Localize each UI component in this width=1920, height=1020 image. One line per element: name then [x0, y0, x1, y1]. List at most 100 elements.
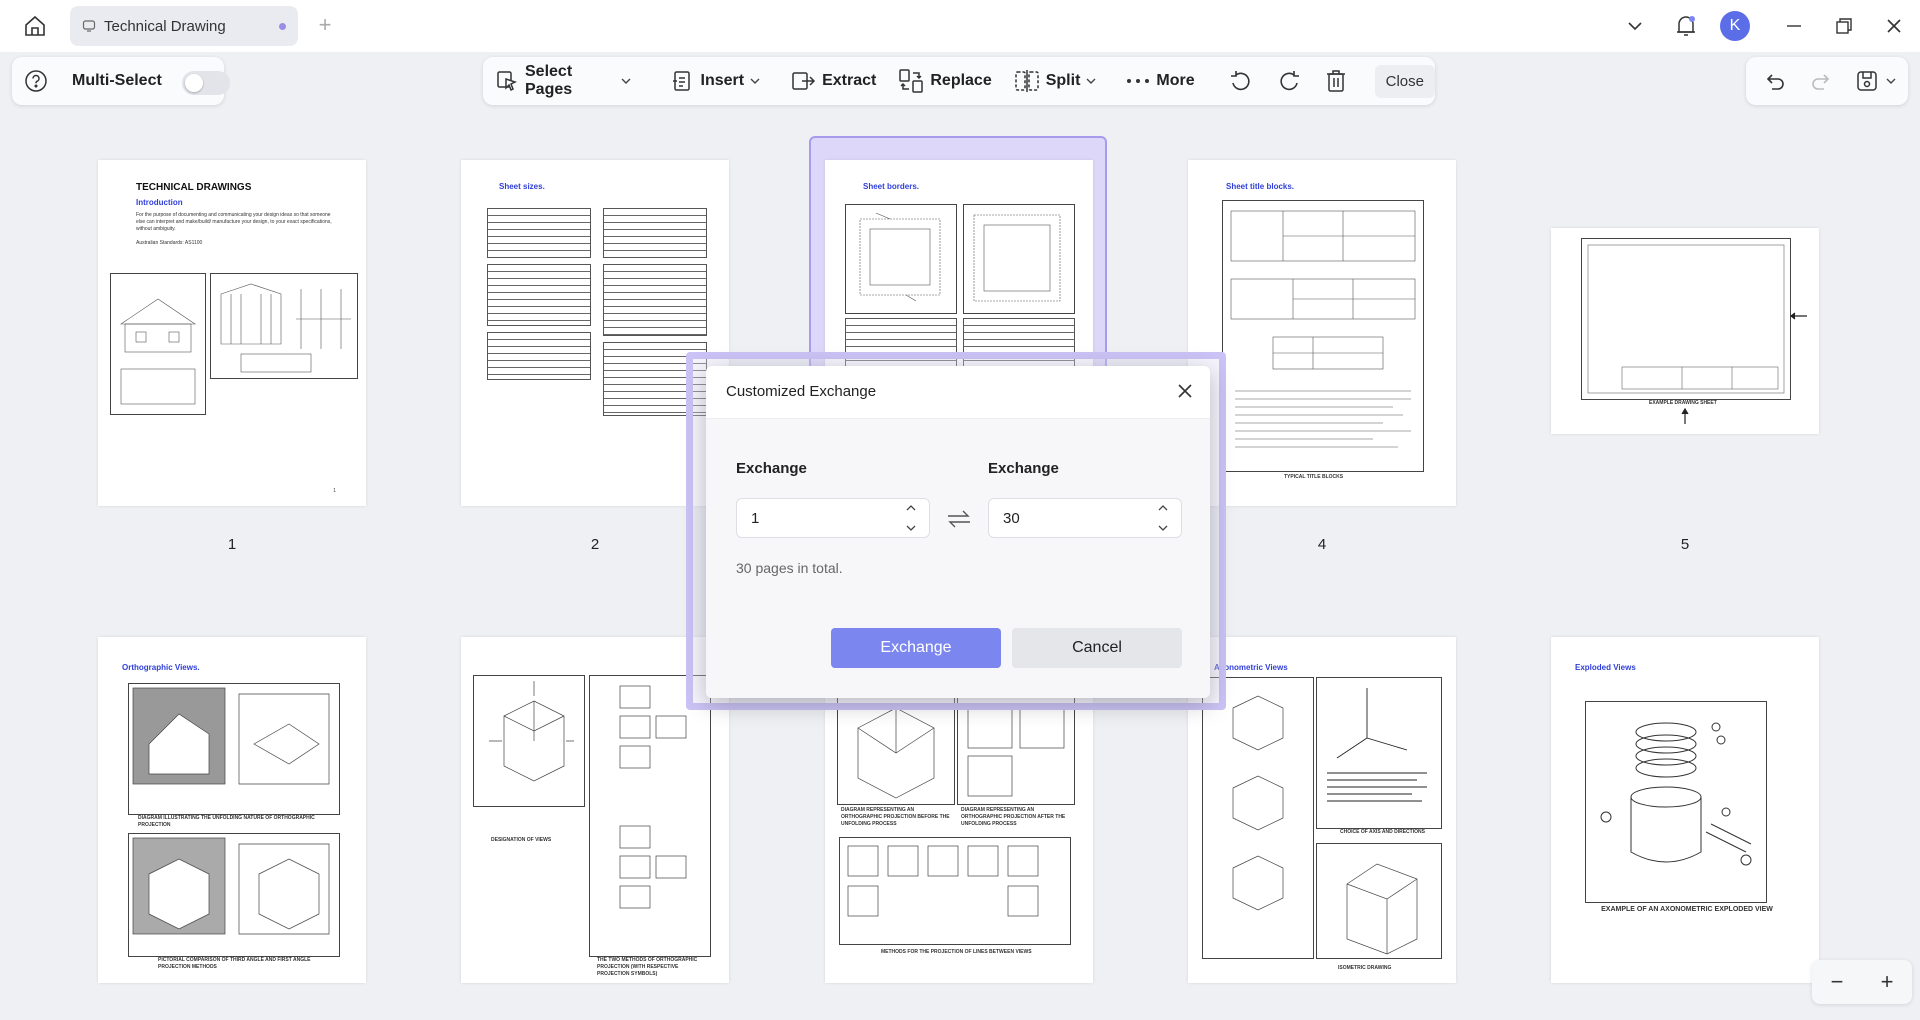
chevron-up-icon[interactable] — [906, 505, 916, 511]
sheet-border-figure — [963, 204, 1075, 314]
redo-icon — [1812, 74, 1830, 90]
projection-comparison-figure — [128, 833, 340, 957]
window-close-button[interactable] — [1878, 10, 1910, 42]
exchange-to-label: Exchange — [988, 460, 1059, 477]
multi-select-toggle[interactable] — [182, 71, 230, 95]
table-figure — [487, 332, 591, 380]
cursor-icon — [495, 69, 519, 93]
figure-caption: THE TWO METHODS OF ORTHOGRAPHIC PROJECTI… — [597, 957, 698, 977]
extract-button[interactable]: Extract — [790, 57, 876, 105]
restore-button[interactable] — [1828, 10, 1860, 42]
select-pages-button[interactable]: Select Pages — [495, 57, 631, 105]
user-avatar[interactable]: K — [1720, 11, 1750, 41]
document-tab[interactable]: Technical Drawing — [70, 6, 298, 46]
table-figure — [487, 208, 591, 258]
figure-caption: EXAMPLE OF AN AXONOMETRIC EXPLODED VIEW — [1601, 906, 1773, 913]
bell-icon — [1677, 16, 1695, 36]
split-button[interactable]: Split — [1014, 57, 1097, 105]
exchange-from-value: 1 — [751, 510, 760, 527]
document-tab-title: Technical Drawing — [104, 17, 226, 35]
unfolding-after-figure — [957, 697, 1075, 805]
chevron-up-icon[interactable] — [1158, 505, 1168, 511]
save-options-button[interactable] — [1886, 78, 1896, 84]
restore-icon — [1836, 18, 1852, 34]
close-page-mode-button[interactable]: Close — [1374, 64, 1435, 98]
stepper-arrows[interactable] — [905, 505, 917, 531]
stepper-arrows[interactable] — [1157, 505, 1169, 531]
designation-views-figure — [473, 675, 585, 807]
undo-button[interactable] — [1764, 71, 1786, 91]
cloud-tab-icon — [82, 19, 96, 33]
zoom-out-button[interactable]: − — [1831, 969, 1844, 995]
page-heading: TECHNICAL DRAWINGS — [136, 182, 252, 193]
figure-caption: ISOMETRIC DRAWING — [1338, 965, 1392, 971]
drawing-sheet-figure — [1581, 238, 1791, 400]
page-body-text: For the purpose of documenting and commu… — [136, 212, 332, 232]
minimize-button[interactable] — [1778, 10, 1810, 42]
help-button[interactable] — [22, 67, 50, 95]
exchange-to-stepper[interactable]: 30 — [988, 498, 1182, 538]
rotate-right-button[interactable] — [1277, 57, 1303, 105]
dialog-title: Customized Exchange — [726, 383, 877, 400]
split-icon — [1014, 69, 1040, 93]
page-thumbnail[interactable]: Axonometric Views CHOICE OF AXIS AND DIR… — [1188, 637, 1456, 983]
page-thumbnail[interactable]: EXAMPLE DRAWING SHEET — [1551, 228, 1819, 434]
page-heading: Sheet sizes. — [499, 182, 545, 191]
split-label: Split — [1045, 72, 1081, 89]
insert-label: Insert — [700, 72, 745, 89]
projection-methods-figure — [589, 675, 711, 957]
page-heading: Exploded Views — [1575, 663, 1636, 672]
rotate-right-icon — [1280, 71, 1299, 91]
home-button[interactable] — [20, 11, 50, 41]
exchange-to-value: 30 — [1003, 510, 1020, 527]
chevron-down-icon[interactable] — [1158, 525, 1168, 531]
chevron-down-icon[interactable] — [906, 525, 916, 531]
page-thumbnail[interactable]: Exploded Views EXAMPLE OF AN AXONOMETRIC… — [1551, 637, 1819, 983]
table-figure — [603, 208, 707, 258]
redo-button[interactable] — [1810, 71, 1832, 91]
zoom-in-button[interactable]: + — [1881, 969, 1894, 995]
orthographic-house-figure — [128, 683, 340, 815]
page-thumbnail[interactable]: TECHNICAL DRAWINGS Introduction For the … — [98, 160, 366, 506]
total-pages-text: 30 pages in total. — [736, 560, 843, 576]
arrow-marker-icon — [1790, 312, 1807, 320]
exchange-button[interactable]: Exchange — [831, 628, 1001, 668]
rotate-left-button[interactable] — [1227, 57, 1253, 105]
zoom-controls: − + — [1812, 960, 1912, 1004]
page-standard-text: Australian Standards: AS1100 — [136, 240, 203, 246]
chevron-down-icon — [1628, 22, 1642, 31]
cancel-button[interactable]: Cancel — [1012, 628, 1182, 668]
save-button[interactable] — [1856, 70, 1878, 92]
exchange-from-stepper[interactable]: 1 — [736, 498, 930, 538]
page-subheading: Introduction — [136, 198, 183, 207]
page-tools-toolbar: Select Pages Insert Extract Replace Spli… — [483, 57, 1435, 105]
chevron-down-icon — [750, 78, 760, 84]
close-icon — [1887, 19, 1901, 33]
figure-caption: DIAGRAM ILLUSTRATING THE UNFOLDING NATUR… — [138, 815, 315, 828]
figure-caption: DIAGRAM REPRESENTING AN ORTHOGRAPHIC PRO… — [961, 807, 1066, 827]
page-number: 2 — [590, 536, 600, 553]
page-thumbnail[interactable]: Orthographic Views. DIAGRAM ILLUSTRATING… — [98, 637, 366, 983]
figure-caption: METHODS FOR THE PROJECTION OF LINES BETW… — [881, 949, 1032, 955]
notification-button[interactable] — [1670, 10, 1702, 42]
add-tab-button[interactable]: + — [312, 12, 338, 38]
replace-button[interactable]: Replace — [898, 57, 992, 105]
page-thumbnail[interactable]: Sheet title blocks. TYPICAL TITLE BLOCKS — [1188, 160, 1456, 506]
figure-caption: EXAMPLE DRAWING SHEET — [1649, 400, 1717, 406]
more-button[interactable]: More — [1126, 57, 1195, 105]
chevron-down-icon — [1086, 78, 1096, 84]
delete-button[interactable] — [1325, 57, 1347, 105]
dialog-close-button[interactable] — [1174, 380, 1196, 402]
page-footer-number: 1 — [333, 488, 336, 494]
tab-list-button[interactable] — [1620, 10, 1650, 42]
page-number: 4 — [1317, 536, 1327, 553]
axes-directions-figure — [1316, 677, 1442, 829]
page-number: 1 — [227, 536, 237, 553]
page-heading: Sheet title blocks. — [1226, 182, 1295, 191]
figure-caption: PICTORIAL COMPARISON OF THIRD ANGLE AND … — [158, 957, 311, 970]
projection-lines-figure — [839, 837, 1071, 945]
insert-button[interactable]: Insert — [671, 57, 761, 105]
close-icon — [1178, 384, 1192, 398]
trash-icon — [1326, 70, 1345, 92]
title-blocks-figure — [1222, 200, 1424, 472]
